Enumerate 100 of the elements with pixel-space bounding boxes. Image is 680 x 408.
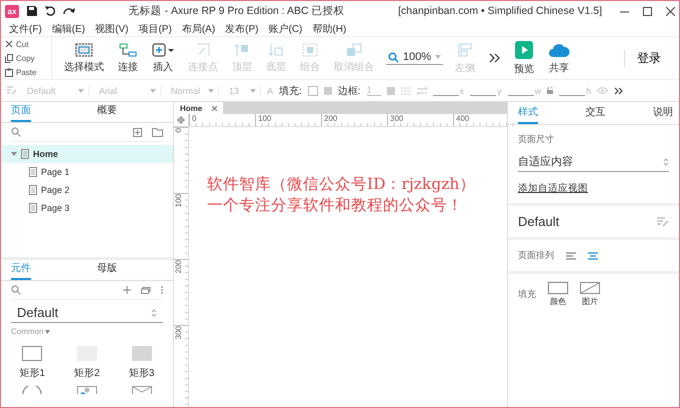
crosshair-icon — [177, 116, 185, 124]
menu-item[interactable]: 视图(V) — [95, 22, 128, 36]
send-back-icon — [268, 42, 284, 56]
cloud-icon — [548, 42, 570, 58]
fill-label: 填充: — [279, 84, 302, 98]
widget-label[interactable]: 矩形2 — [74, 366, 100, 380]
toolbar-button[interactable]: 预览 — [512, 40, 536, 76]
coordinate-label: y — [497, 86, 502, 96]
panel-tab[interactable]: 元件 — [11, 261, 31, 280]
close-icon[interactable] — [212, 106, 218, 110]
add-page-icon[interactable] — [133, 128, 142, 136]
search-icon — [11, 127, 21, 137]
double-chevron-icon — [489, 53, 500, 63]
toolbar-button[interactable] — [487, 53, 502, 63]
window-subtitle: [chanpinban.com • Simplified Chinese V1.5] — [398, 5, 602, 17]
menu-item[interactable]: 项目(P) — [138, 22, 172, 36]
coordinate-label: x — [460, 86, 464, 96]
page-icon — [29, 185, 37, 195]
menu-item[interactable]: 账户(C) — [268, 22, 302, 36]
canvas-text: 软件智库（微信公众号ID：rjzkgzh） — [207, 174, 476, 195]
style-edit-icon[interactable] — [657, 216, 669, 226]
border-color-swatch[interactable] — [386, 86, 395, 94]
group-icon — [302, 42, 318, 56]
ruler-label: 300 — [387, 114, 453, 126]
panel-tab[interactable]: 概要 — [41, 103, 173, 122]
play-icon — [515, 40, 534, 58]
ruler-label: 100 — [255, 114, 321, 126]
toolbar-button[interactable]: 插入 — [150, 42, 176, 74]
window-title: 无标题 - Axure RP 9 Pro Edition : ABC 已授权 — [128, 4, 346, 18]
toolbar-button[interactable]: 选择模式 — [62, 42, 106, 74]
ruler-label: 300 — [174, 326, 183, 340]
image-widget-icon — [76, 386, 97, 394]
save-icon[interactable] — [27, 6, 37, 16]
lock-icon[interactable] — [547, 87, 554, 94]
plus-icon[interactable] — [123, 286, 131, 294]
page-tree-item[interactable]: Page 1 — [1, 163, 173, 181]
expand-arrow-icon — [11, 151, 17, 157]
clipboard-button[interactable]: Copy — [5, 54, 51, 62]
spinner-arrows-icon — [663, 156, 669, 166]
panel-tab[interactable]: 交互 — [586, 105, 606, 124]
page-tree-item[interactable]: Page 2 — [1, 181, 173, 199]
maximize-icon[interactable] — [643, 6, 652, 16]
ruler-label: 0 — [189, 114, 255, 126]
fill-option-button[interactable]: 图片 — [580, 282, 600, 307]
caret-icon[interactable] — [45, 330, 50, 334]
fill-checkbox[interactable] — [308, 86, 318, 96]
menu-item[interactable]: 帮助(H) — [312, 22, 346, 36]
ungroup-icon — [346, 42, 362, 56]
menu-item[interactable]: 文件(F) — [9, 22, 42, 36]
panel-tab[interactable]: 说明 — [653, 105, 673, 124]
panel-tab[interactable]: 样式 — [518, 105, 538, 124]
menu-item[interactable]: 布局(A) — [182, 22, 216, 36]
page-size-dropdown[interactable]: 自适应内容 — [518, 150, 669, 172]
page-icon — [29, 167, 37, 177]
rectangle-widget-icon — [22, 346, 42, 361]
canvas-text: 一个专注分享软件和教程的公众号！ — [207, 195, 464, 216]
widget-label[interactable]: 矩形1 — [20, 366, 46, 380]
redo-icon[interactable] — [63, 7, 75, 15]
menu-item[interactable]: 发布(P) — [225, 22, 258, 36]
toolbar-button[interactable]: 共享 — [546, 42, 572, 74]
widget-label[interactable]: 矩形3 — [128, 366, 154, 380]
connection-point-icon — [195, 42, 211, 56]
menu-item[interactable]: 编辑(E) — [52, 22, 86, 36]
panel-tab[interactable]: 母版 — [41, 261, 173, 280]
bring-front-icon — [234, 42, 250, 56]
caret-icon — [78, 88, 84, 92]
zoom-dropdown[interactable]: 100% — [386, 51, 444, 65]
stacked-boxes-icon[interactable] — [141, 286, 151, 294]
caret-icon — [208, 88, 214, 92]
document-tab[interactable]: Home — [174, 102, 224, 114]
add-adaptive-view-link[interactable]: 添加自适应视图 — [518, 182, 669, 195]
page-tree-item[interactable]: Page 3 — [1, 199, 173, 217]
page-icon — [29, 203, 37, 213]
panel-tab[interactable]: 页面 — [11, 103, 31, 122]
toolbar-button[interactable]: 连接 — [116, 42, 140, 74]
connector-icon — [119, 42, 137, 56]
page-tree-item[interactable]: Home — [1, 145, 173, 163]
circle-widget-icon — [22, 386, 42, 394]
close-icon[interactable] — [666, 6, 675, 16]
fill-color-swatch[interactable] — [324, 86, 332, 94]
style-edit-icon — [7, 86, 17, 95]
library-dropdown[interactable]: Default — [11, 304, 163, 323]
page-align-label: 页面排列 — [518, 249, 554, 262]
caret-icon — [435, 55, 442, 59]
clipboard-icon — [5, 68, 13, 76]
scissors-icon — [5, 40, 13, 48]
clipboard-button[interactable]: Cut — [5, 40, 51, 48]
double-chevron-icon[interactable] — [614, 86, 624, 94]
login-button[interactable]: 登录 — [624, 50, 673, 66]
spinner-arrows-icon — [151, 308, 157, 318]
page-size-label: 页面尺寸 — [518, 133, 555, 146]
folder-icon[interactable] — [152, 128, 163, 136]
caret-icon — [250, 88, 256, 92]
envelope-widget-icon — [132, 386, 152, 394]
fill-option-button[interactable]: 颜色 — [548, 282, 568, 307]
caret-icon — [150, 88, 156, 92]
ruler-label: 200 — [321, 114, 387, 126]
undo-icon[interactable] — [45, 6, 55, 16]
clipboard-button[interactable]: Paste — [5, 68, 51, 76]
ruler-label: 400 — [453, 114, 519, 126]
